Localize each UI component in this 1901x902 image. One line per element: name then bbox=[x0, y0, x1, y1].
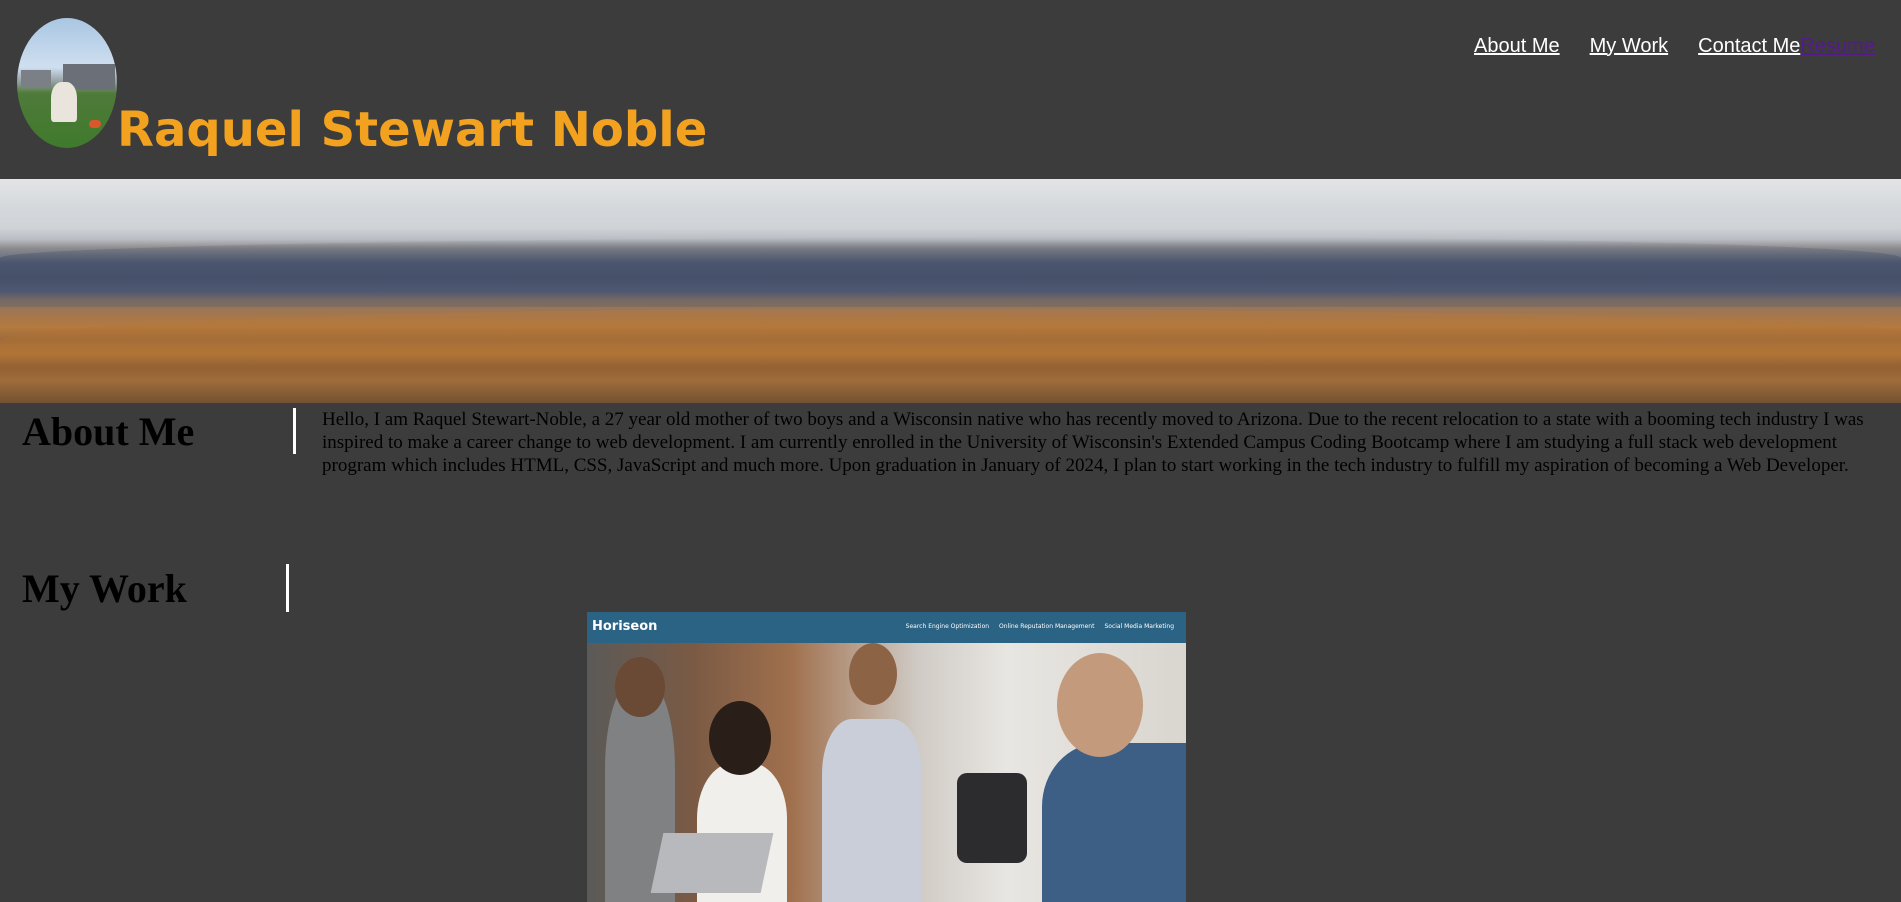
site-title: Raquel Stewart Noble bbox=[117, 102, 708, 158]
nav-my-work[interactable]: My Work bbox=[1590, 35, 1669, 58]
main-nav: About Me My Work Contact Me Resume bbox=[1474, 32, 1875, 60]
project-nav: Search Engine Optimization Online Reputa… bbox=[906, 623, 1174, 630]
project-link: Search Engine Optimization bbox=[905, 623, 990, 630]
work-divider bbox=[286, 564, 289, 612]
project-brand: Horiseon bbox=[592, 619, 658, 634]
about-text: Hello, I am Raquel Stewart-Noble, a 27 y… bbox=[322, 409, 1864, 476]
nav-resume[interactable]: Resume bbox=[1800, 35, 1874, 58]
site-header: Raquel Stewart Noble About Me My Work Co… bbox=[0, 0, 1901, 179]
work-heading: My Work bbox=[22, 566, 187, 611]
profile-avatar bbox=[17, 18, 117, 148]
nav-contact-me[interactable]: Contact Me bbox=[1698, 35, 1800, 58]
hero-banner-image bbox=[0, 179, 1901, 403]
nav-about-me[interactable]: About Me bbox=[1474, 35, 1560, 58]
project-screenshot-horiseon[interactable]: Horiseon Search Engine Optimization Onli… bbox=[587, 612, 1186, 902]
project-header-bar: Horiseon Search Engine Optimization Onli… bbox=[587, 612, 1186, 643]
project-link: Online Reputation Management bbox=[999, 623, 1095, 630]
project-link: Social Media Marketing bbox=[1104, 623, 1174, 630]
project-team-photo bbox=[587, 643, 1186, 902]
about-divider bbox=[293, 408, 296, 454]
about-heading: About Me bbox=[22, 409, 195, 454]
